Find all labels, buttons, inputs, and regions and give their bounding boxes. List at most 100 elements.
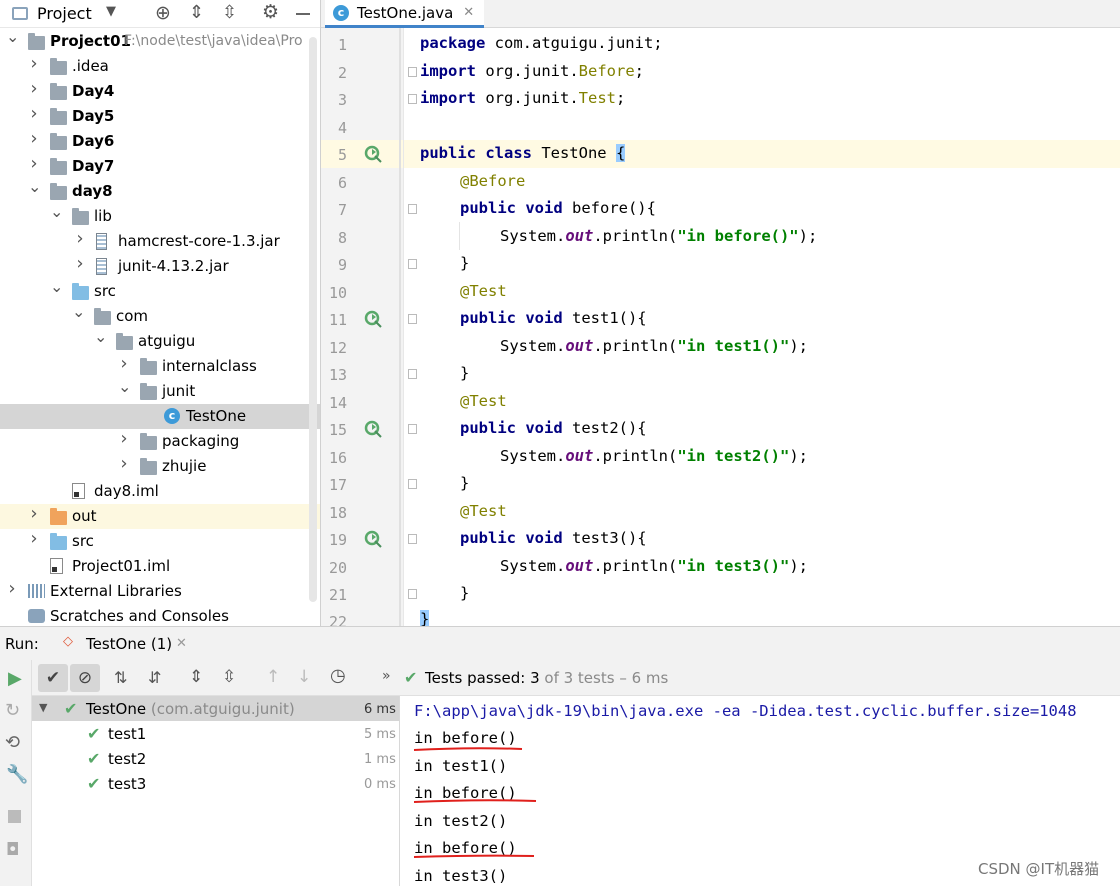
tree-item-project01[interactable]: ⌄ Project01 F:\node\test\java\idea\Pro [0,29,320,54]
close-icon[interactable]: ✕ [176,636,187,651]
fold-marker[interactable] [408,259,417,269]
chevron-down-icon[interactable]: ⌄ [28,179,41,195]
fold-marker[interactable] [408,94,417,104]
tab-testone-java[interactable]: c TestOne.java ✕ [325,0,485,28]
tree-item-junit-4-13-2-jar[interactable]: › junit-4.13.2.jar [0,254,320,279]
code-line-11[interactable]: public void test1(){ [460,309,647,327]
toggle-auto-test-icon[interactable]: ⟲ [5,732,20,753]
chevron-down-icon[interactable]: ▼ [39,701,47,714]
tree-item-junit[interactable]: ⌄ junit [0,379,320,404]
tree-item-testone[interactable]: c TestOne [0,404,320,429]
chevron-right-icon[interactable]: › [118,455,130,473]
gear-icon[interactable]: ⚙ [262,1,279,23]
tree-item-scratches-and-consoles[interactable]: Scratches and Consoles [0,604,320,626]
next-icon[interactable]: ↓ [297,667,311,687]
code-line-8[interactable]: System.out.println("in before()"); [500,227,817,245]
project-panel-title[interactable]: Project [37,4,92,23]
code-line-12[interactable]: System.out.println("in test1()"); [500,337,808,355]
fold-marker[interactable] [408,204,417,214]
code-line-3[interactable]: import org.junit.Test; [420,89,625,107]
code-line-20[interactable]: System.out.println("in test3()"); [500,557,808,575]
chevron-down-icon[interactable]: ⌄ [50,279,63,295]
expand-all-icon[interactable]: ⇕ [189,667,203,687]
chevron-down-icon[interactable]: ⌄ [94,329,107,345]
tree-item-day8[interactable]: ⌄ day8 [0,179,320,204]
close-icon[interactable]: ✕ [463,5,474,20]
test-row[interactable]: test3 [108,775,146,793]
chevron-right-icon[interactable]: › [28,105,40,123]
tree-item-packaging[interactable]: › packaging [0,429,320,454]
tree-item-external-libraries[interactable]: › External Libraries [0,579,320,604]
tree-item-idea[interactable]: › .idea [0,54,320,79]
fold-marker[interactable] [408,369,417,379]
code-line-6[interactable]: @Before [460,172,525,190]
run-test3-icon[interactable] [364,530,382,548]
chevron-right-icon[interactable]: › [28,130,40,148]
test-row[interactable]: test1 [108,725,146,743]
chevron-right-icon[interactable]: › [118,430,130,448]
code-line-2[interactable]: import org.junit.Before; [420,62,644,80]
fold-marker[interactable] [408,479,417,489]
tree-item-day5[interactable]: › Day5 [0,104,320,129]
chevron-right-icon[interactable]: › [74,230,86,248]
tree-item-src[interactable]: › src [0,529,320,554]
tree-item-hamcrest-core-1-3-jar[interactable]: › hamcrest-core-1.3.jar [0,229,320,254]
minimize-icon[interactable] [296,13,310,15]
chevron-down-icon[interactable]: ⌄ [6,29,19,45]
previous-icon[interactable]: ↑ [266,667,280,687]
tree-item-day8-iml[interactable]: day8.iml [0,479,320,504]
chevron-down-icon[interactable]: ⌄ [50,204,63,220]
code-line-17[interactable]: } [460,474,469,492]
chevron-right-icon[interactable]: › [28,80,40,98]
collapse-all-icon[interactable]: ⇳ [222,2,237,23]
chevron-right-icon[interactable]: › [6,580,18,598]
sort-duration-icon[interactable]: ⇵ [148,668,161,687]
code-line-9[interactable]: } [460,254,469,272]
code-line-5[interactable]: public class TestOne { [420,144,626,162]
history-icon[interactable]: ◷ [330,665,346,686]
code-line-13[interactable]: } [460,364,469,382]
code-line-7[interactable]: public void before(){ [460,199,656,217]
rerun-icon[interactable]: ▶ [8,668,22,689]
chevron-right-icon[interactable]: › [28,505,40,523]
test-suite-row[interactable]: TestOne (com.atguigu.junit) [86,700,295,718]
fold-marker[interactable] [408,67,417,77]
show-passed-icon[interactable]: ✔ [38,664,68,692]
chevron-down-icon[interactable]: ▼ [106,4,116,19]
code-line-21[interactable]: } [460,584,469,602]
fold-marker[interactable] [408,534,417,544]
tree-scrollbar[interactable] [309,37,317,602]
code-line-15[interactable]: public void test2(){ [460,419,647,437]
fold-marker[interactable] [408,589,417,599]
run-class-icon[interactable] [364,145,382,163]
tree-item-com[interactable]: ⌄ com [0,304,320,329]
tree-item-internalclass[interactable]: › internalclass [0,354,320,379]
code-line-10[interactable]: @Test [460,282,507,300]
chevron-right-icon[interactable]: › [74,255,86,273]
code-line-14[interactable]: @Test [460,392,507,410]
tree-item-day6[interactable]: › Day6 [0,129,320,154]
more-icon[interactable]: » [382,668,391,684]
rerun-failed-icon[interactable]: ↻ [5,700,20,721]
tree-item-out[interactable]: › out [0,504,320,529]
tree-item-day7[interactable]: › Day7 [0,154,320,179]
expand-all-icon[interactable]: ⇕ [189,2,204,23]
fold-marker[interactable] [408,314,417,324]
tree-item-project01-iml[interactable]: Project01.iml [0,554,320,579]
code-line-16[interactable]: System.out.println("in test2()"); [500,447,808,465]
code-line-1[interactable]: package com.atguigu.junit; [420,34,663,52]
locate-icon[interactable]: ⊕ [155,2,171,24]
code-line-19[interactable]: public void test3(){ [460,529,647,547]
sort-alpha-icon[interactable]: ⇅ [114,668,127,687]
wrench-icon[interactable]: 🔧 [6,764,28,785]
chevron-right-icon[interactable]: › [28,55,40,73]
tree-item-lib[interactable]: ⌄ lib [0,204,320,229]
chevron-right-icon[interactable]: › [28,155,40,173]
run-test2-icon[interactable] [364,420,382,438]
run-config-tab[interactable]: TestOne (1) [86,635,172,653]
stop-icon[interactable] [8,810,21,823]
chevron-right-icon[interactable]: › [118,355,130,373]
fold-marker[interactable] [408,424,417,434]
chevron-down-icon[interactable]: ⌄ [118,379,131,395]
tree-item-src[interactable]: ⌄ src [0,279,320,304]
